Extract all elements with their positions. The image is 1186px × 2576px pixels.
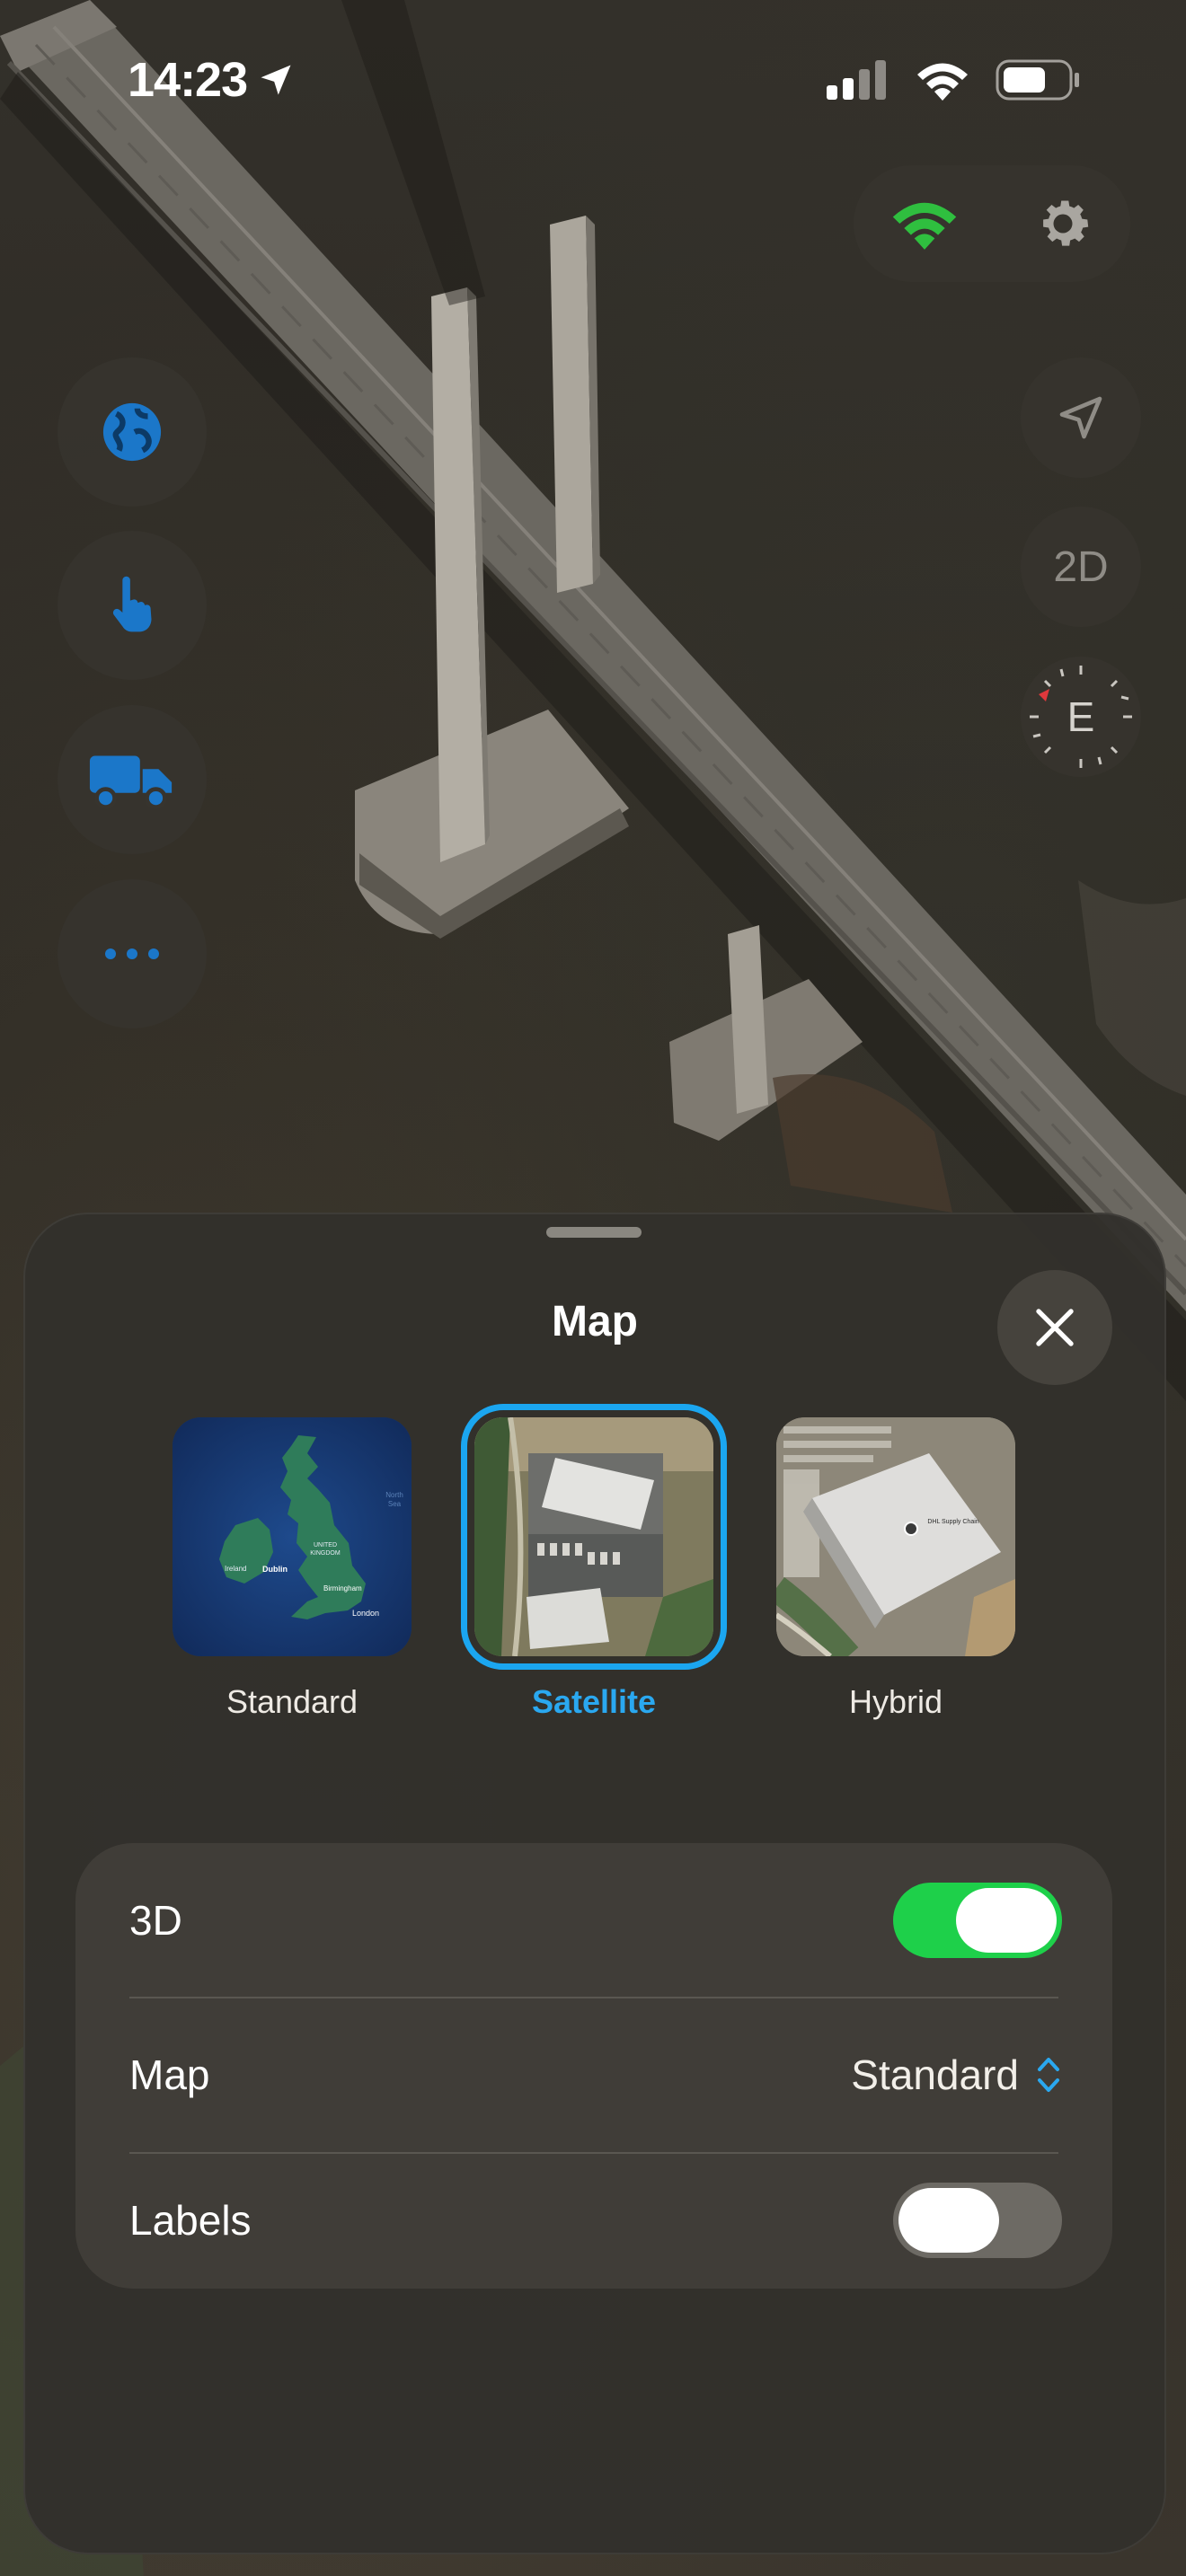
toggle-3d[interactable] — [893, 1883, 1062, 1958]
setting-label-labels: Labels — [129, 2197, 252, 2244]
label-north-sea: North Sea — [385, 1491, 403, 1508]
map-settings-group: 3D Map Standard Labels — [75, 1843, 1112, 2289]
gear-icon[interactable] — [1031, 191, 1095, 256]
setting-label-3d: 3D — [129, 1897, 182, 1944]
view-mode-button[interactable]: 2D — [1021, 507, 1141, 627]
wifi-status-icon[interactable] — [890, 197, 960, 251]
label-dublin: Dublin — [262, 1565, 288, 1574]
hand-pointer-icon — [112, 576, 152, 632]
toggle-knob — [956, 1888, 1057, 1953]
truck-icon — [89, 755, 173, 809]
sheet-title: Map — [552, 1298, 638, 1345]
setting-row-map[interactable]: Map Standard — [75, 1998, 1112, 2152]
label-ireland: Ireland — [225, 1565, 247, 1573]
standard-thumbnail: Ireland Dublin UNITED KINGDOM Birmingham… — [173, 1417, 412, 1656]
label-dhl: DHL Supply Chain — [927, 1519, 979, 1525]
satellite-label: Satellite — [531, 1683, 657, 1720]
map-style-value: Standard — [851, 2051, 1019, 2098]
label-london: London — [352, 1609, 380, 1618]
close-icon — [1036, 1309, 1074, 1346]
standard-label: Standard — [226, 1683, 358, 1720]
hybrid-thumbnail: DHL Supply Chain — [776, 1417, 1015, 1656]
sheet-grabber[interactable] — [546, 1227, 642, 1238]
globe-button[interactable] — [58, 357, 207, 507]
more-icon — [105, 948, 159, 959]
map-type-satellite[interactable]: Satellite — [461, 1404, 727, 1721]
navigation-arrow-icon — [1059, 396, 1102, 439]
setting-row-labels: Labels — [75, 2153, 1112, 2288]
status-icons — [827, 59, 1080, 101]
status-time: 14:23 — [128, 52, 296, 108]
map-options-sheet: Map Ireland Dublin UNITED KINGDOM Birmin… — [23, 1213, 1166, 2554]
satellite-thumbnail — [461, 1404, 727, 1670]
wifi-icon — [917, 63, 968, 101]
gesture-button[interactable] — [58, 531, 207, 680]
compass-button[interactable]: E — [1021, 657, 1141, 777]
map-type-standard[interactable]: Ireland Dublin UNITED KINGDOM Birmingham… — [171, 1417, 413, 1721]
label-birmingham: Birmingham — [323, 1584, 362, 1592]
cellular-signal-icon — [827, 60, 886, 100]
map-style-select[interactable]: Standard — [851, 2051, 1062, 2099]
top-right-controls — [854, 165, 1130, 282]
location-arrow-icon — [261, 65, 291, 95]
map-type-hybrid[interactable]: DHL Supply Chain Hybrid — [774, 1417, 1017, 1721]
more-button[interactable] — [58, 879, 207, 1028]
locate-button[interactable] — [1021, 357, 1141, 478]
time-text: 14:23 — [128, 53, 248, 107]
vehicle-button[interactable] — [58, 705, 207, 854]
setting-row-3d: 3D — [75, 1843, 1112, 1998]
chevron-up-down-icon — [1038, 2058, 1059, 2092]
close-button[interactable] — [997, 1270, 1112, 1385]
compass-heading: E — [1067, 693, 1095, 740]
hybrid-label: Hybrid — [848, 1683, 943, 1720]
view-mode-label: 2D — [1053, 543, 1109, 591]
toggle-labels[interactable] — [893, 2183, 1062, 2258]
setting-label-map: Map — [129, 2051, 210, 2098]
toggle-knob — [898, 2188, 999, 2253]
globe-icon — [102, 402, 162, 462]
battery-icon — [996, 59, 1079, 101]
label-uk: UNITED KINGDOM — [310, 1542, 341, 1557]
